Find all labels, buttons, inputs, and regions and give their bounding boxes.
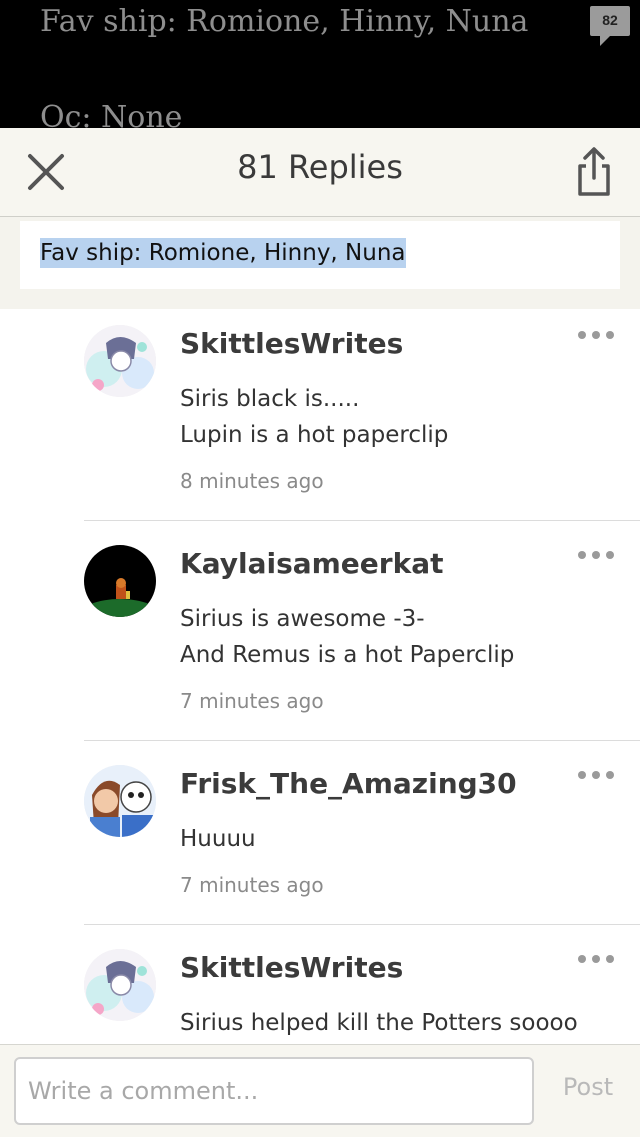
more-options-button[interactable] [578,761,618,785]
more-options-button[interactable] [578,321,618,345]
post-button[interactable]: Post [548,1073,628,1101]
replies-header: 81 Replies [0,128,640,217]
page-title: 81 Replies [237,148,403,186]
reply-text: Huuuu [180,826,256,852]
quoted-text: Fav ship: Romione, Hinny, Nuna [40,238,406,268]
avatar-image [84,765,156,837]
avatar-image [84,545,156,617]
reply-text: Siris black is..... Lupin is a hot paper… [180,386,449,448]
avatar[interactable] [84,325,156,397]
share-icon [578,147,610,196]
comment-input[interactable] [14,1057,534,1125]
story-line: Fav ship: Romione, Hinny, Nuna [40,4,529,39]
reply-item: SkittlesWrites Sirius helped kill the Po… [84,933,640,1044]
reply-timestamp: 7 minutes ago [180,873,324,897]
quoted-post: Fav ship: Romione, Hinny, Nuna [20,221,620,289]
reply-item: SkittlesWrites Siris black is..... Lupin… [84,309,640,521]
divider [84,520,640,521]
comment-count-badge[interactable]: 82 [588,4,632,46]
reply-item: Frisk_The_Amazing30 Huuuu 7 minutes ago [84,749,640,925]
avatar[interactable] [84,545,156,617]
divider [84,924,640,925]
comment-count: 82 [602,12,618,28]
more-options-button[interactable] [578,541,618,565]
close-icon [28,154,64,190]
reply-timestamp: 8 minutes ago [180,469,324,493]
background-story: Fav ship: Romione, Hinny, Nuna Oc: None … [0,0,640,128]
reply-author[interactable]: SkittlesWrites [180,327,403,360]
quoted-post-area: Fav ship: Romione, Hinny, Nuna [0,217,640,309]
close-button[interactable] [24,150,68,194]
share-button[interactable] [572,146,616,198]
more-options-button[interactable] [578,945,618,969]
avatar-image [84,325,156,397]
story-line: Oc: None [40,100,183,128]
divider [84,740,640,741]
comment-composer: Post [0,1044,640,1137]
avatar-image [84,949,156,1021]
reply-text: Sirius helped kill the Potters soooo [180,1010,578,1036]
reply-timestamp: 7 minutes ago [180,689,324,713]
avatar[interactable] [84,949,156,1021]
reply-item: Kaylaisameerkat Sirius is awesome -3- An… [84,529,640,741]
avatar[interactable] [84,765,156,837]
reply-text: Sirius is awesome -3- And Remus is a hot… [180,606,515,668]
reply-author[interactable]: Kaylaisameerkat [180,547,444,580]
reply-author[interactable]: SkittlesWrites [180,951,403,984]
reply-author[interactable]: Frisk_The_Amazing30 [180,767,517,800]
